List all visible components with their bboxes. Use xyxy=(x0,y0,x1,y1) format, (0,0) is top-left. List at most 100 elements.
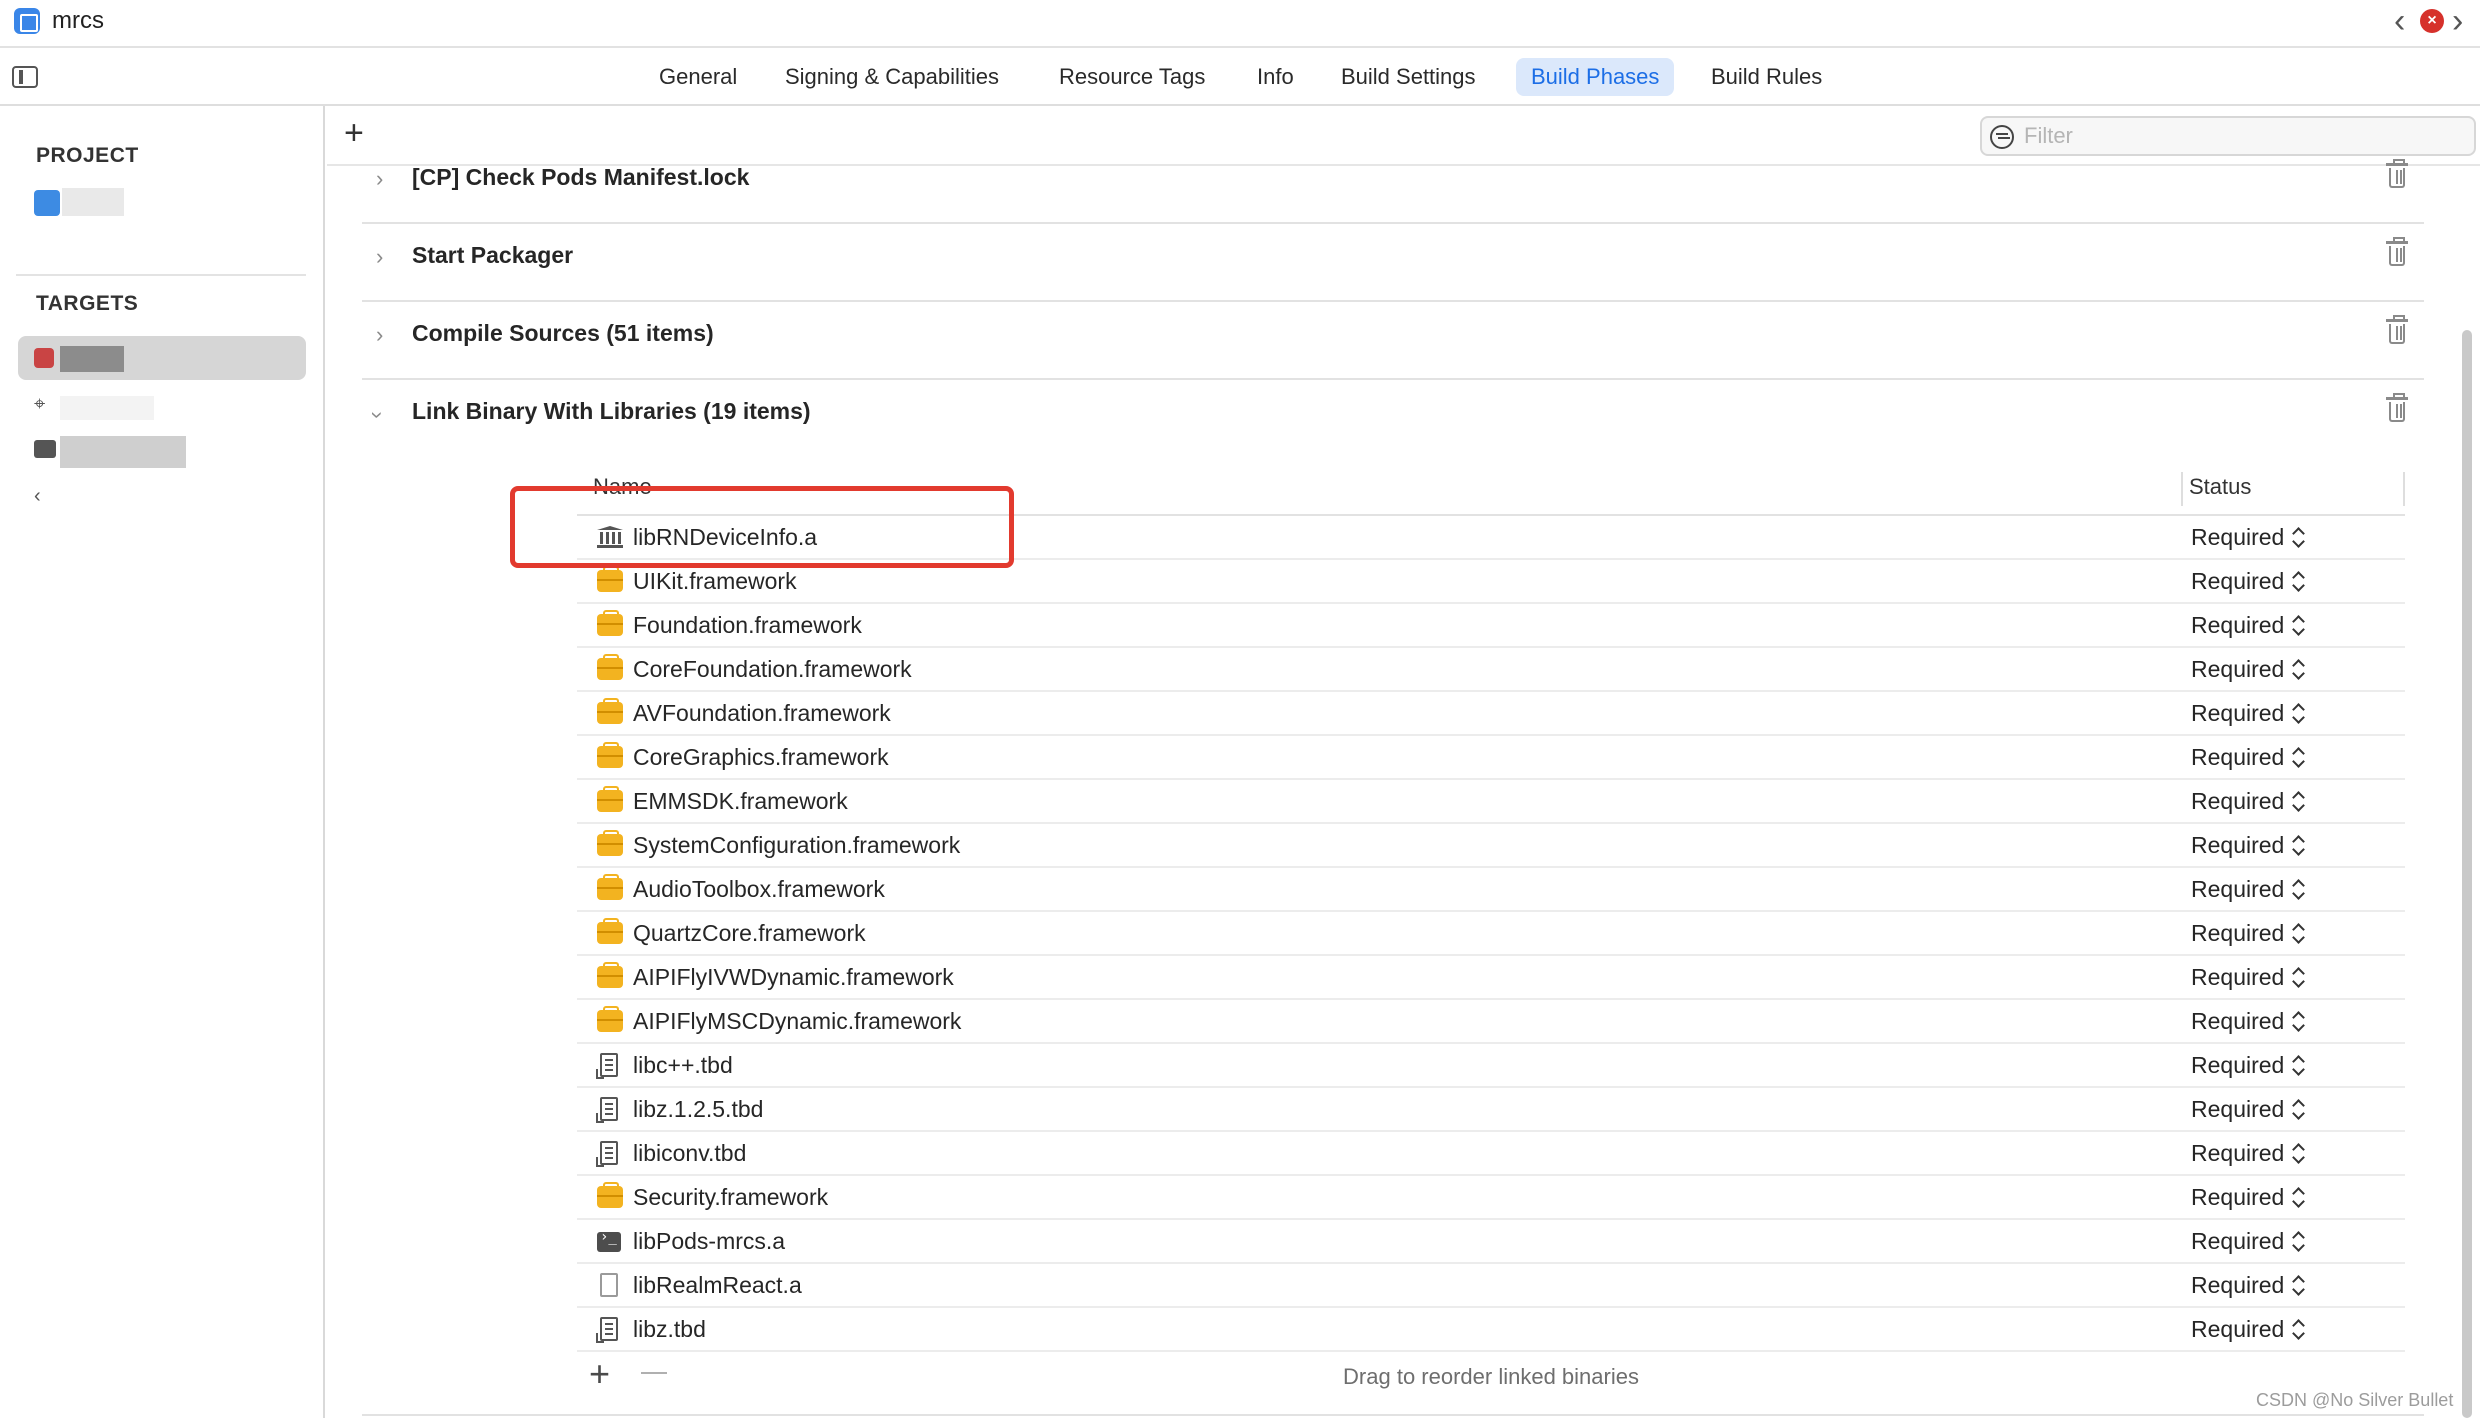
phase-title: Start Packager xyxy=(412,242,574,268)
status-popup[interactable]: Required xyxy=(2191,568,2284,595)
trash-icon[interactable] xyxy=(2386,393,2408,422)
phase-check-pods-manifest[interactable]: › [CP] Check Pods Manifest.lock xyxy=(362,146,2424,224)
chevron-up-down-icon[interactable] xyxy=(2291,878,2307,902)
status-popup[interactable]: Required xyxy=(2191,1008,2284,1035)
chevron-up-down-icon[interactable] xyxy=(2291,1142,2307,1166)
swift-target-icon[interactable]: ‹ xyxy=(34,486,54,506)
chevron-up-down-icon[interactable] xyxy=(2291,834,2307,858)
status-popup[interactable]: Required xyxy=(2191,1052,2284,1079)
phase-start-packager[interactable]: › Start Packager xyxy=(362,224,2424,302)
chevron-up-down-icon[interactable] xyxy=(2291,746,2307,770)
tab-build-phases[interactable]: Build Phases xyxy=(1516,58,1675,96)
tab-general[interactable]: General xyxy=(644,58,752,96)
chevron-up-down-icon[interactable] xyxy=(2291,570,2307,594)
status-popup[interactable]: Required xyxy=(2191,1140,2284,1167)
library-name: AVFoundation.framework xyxy=(633,700,891,726)
tab-resource-tags[interactable]: Resource Tags xyxy=(1044,58,1220,96)
status-popup[interactable]: Required xyxy=(2191,788,2284,815)
framework-icon xyxy=(597,610,623,636)
project-navigator-sidebar: PROJECT TARGETS ⌖ ‹ xyxy=(0,106,325,1418)
status-popup[interactable]: Required xyxy=(2191,524,2284,551)
table-row[interactable]: libz.1.2.5.tbd Required xyxy=(577,1088,2405,1132)
add-library-button[interactable]: + xyxy=(589,1354,610,1394)
chevron-up-down-icon[interactable] xyxy=(2291,614,2307,638)
table-row[interactable]: CoreFoundation.framework Required xyxy=(577,648,2405,692)
add-build-phase-button[interactable]: + xyxy=(344,116,364,150)
library-name: libiconv.tbd xyxy=(633,1140,747,1166)
extension-target-icon[interactable]: ⌖ xyxy=(34,394,54,414)
status-popup[interactable]: Required xyxy=(2191,1316,2284,1343)
tab-build-settings[interactable]: Build Settings xyxy=(1326,58,1491,96)
chevron-right-icon[interactable]: › xyxy=(376,166,383,192)
project-file-icon[interactable] xyxy=(34,190,60,216)
chevron-left-icon[interactable]: ‹ xyxy=(2394,2,2405,41)
table-row[interactable]: CoreGraphics.framework Required xyxy=(577,736,2405,780)
tab-build-rules[interactable]: Build Rules xyxy=(1696,58,1837,96)
phase-compile-sources[interactable]: › Compile Sources (51 items) xyxy=(362,302,2424,380)
status-popup[interactable]: Required xyxy=(2191,1184,2284,1211)
status-popup[interactable]: Required xyxy=(2191,744,2284,771)
sidebar-toggle-icon[interactable] xyxy=(12,66,38,88)
table-row[interactable]: libPods-mrcs.a Required xyxy=(577,1220,2405,1264)
table-row[interactable]: AIPIFlyMSCDynamic.framework Required xyxy=(577,1000,2405,1044)
framework-icon xyxy=(597,830,623,856)
status-popup[interactable]: Required xyxy=(2191,920,2284,947)
status-popup[interactable]: Required xyxy=(2191,612,2284,639)
library-name: libz.1.2.5.tbd xyxy=(633,1096,764,1122)
redacted-target-name xyxy=(60,436,186,468)
window-title: mrcs xyxy=(52,7,104,34)
status-popup[interactable]: Required xyxy=(2191,1228,2284,1255)
status-popup[interactable]: Required xyxy=(2191,1272,2284,1299)
table-row[interactable]: QuartzCore.framework Required xyxy=(577,912,2405,956)
status-popup[interactable]: Required xyxy=(2191,964,2284,991)
table-row[interactable]: SystemConfiguration.framework Required xyxy=(577,824,2405,868)
table-row[interactable]: AVFoundation.framework Required xyxy=(577,692,2405,736)
table-row[interactable]: AudioToolbox.framework Required xyxy=(577,868,2405,912)
chevron-right-icon[interactable]: › xyxy=(2452,2,2463,41)
chevron-up-down-icon[interactable] xyxy=(2291,790,2307,814)
table-row[interactable]: AIPIFlyIVWDynamic.framework Required xyxy=(577,956,2405,1000)
chevron-up-down-icon[interactable] xyxy=(2291,1054,2307,1078)
close-icon[interactable]: × xyxy=(2420,9,2444,33)
status-popup[interactable]: Required xyxy=(2191,832,2284,859)
chevron-up-down-icon[interactable] xyxy=(2291,1098,2307,1122)
chevron-up-down-icon[interactable] xyxy=(2291,1186,2307,1210)
trash-icon[interactable] xyxy=(2386,237,2408,266)
trash-icon[interactable] xyxy=(2386,315,2408,344)
chevron-up-down-icon[interactable] xyxy=(2291,658,2307,682)
table-row[interactable]: Security.framework Required xyxy=(577,1176,2405,1220)
column-header-status[interactable]: Status xyxy=(2189,474,2251,500)
table-row[interactable]: libiconv.tbd Required xyxy=(577,1132,2405,1176)
status-popup[interactable]: Required xyxy=(2191,656,2284,683)
chevron-up-down-icon[interactable] xyxy=(2291,702,2307,726)
table-row[interactable]: libc++.tbd Required xyxy=(577,1044,2405,1088)
remove-library-button[interactable] xyxy=(641,1372,667,1374)
table-row[interactable]: libRealmReact.a Required xyxy=(577,1264,2405,1308)
phase-link-binary[interactable]: › Link Binary With Libraries (19 items) xyxy=(362,380,2424,458)
chevron-down-icon[interactable]: › xyxy=(365,411,391,418)
chevron-right-icon[interactable]: › xyxy=(376,244,383,270)
trash-icon[interactable] xyxy=(2386,159,2408,188)
status-popup[interactable]: Required xyxy=(2191,876,2284,903)
watermark: CSDN @No Silver Bullet xyxy=(2256,1390,2454,1410)
editor-tab-bar: General Signing & Capabilities Resource … xyxy=(0,48,2480,106)
chevron-up-down-icon[interactable] xyxy=(2291,966,2307,990)
chevron-up-down-icon[interactable] xyxy=(2291,1010,2307,1034)
chevron-up-down-icon[interactable] xyxy=(2291,526,2307,550)
vertical-scrollbar[interactable] xyxy=(2462,330,2472,1418)
chevron-up-down-icon[interactable] xyxy=(2291,1318,2307,1342)
tab-signing-capabilities[interactable]: Signing & Capabilities xyxy=(770,58,1014,96)
tab-info[interactable]: Info xyxy=(1242,58,1309,96)
table-row[interactable]: EMMSDK.framework Required xyxy=(577,780,2405,824)
test-target-icon[interactable] xyxy=(34,440,56,458)
table-row[interactable]: libz.tbd Required xyxy=(577,1308,2405,1352)
table-row[interactable]: Foundation.framework Required xyxy=(577,604,2405,648)
chevron-up-down-icon[interactable] xyxy=(2291,1274,2307,1298)
library-name: libz.tbd xyxy=(633,1316,706,1342)
chevron-up-down-icon[interactable] xyxy=(2291,1230,2307,1254)
status-popup[interactable]: Required xyxy=(2191,700,2284,727)
chevron-right-icon[interactable]: › xyxy=(376,322,383,348)
chevron-up-down-icon[interactable] xyxy=(2291,922,2307,946)
library-name: AudioToolbox.framework xyxy=(633,876,885,902)
status-popup[interactable]: Required xyxy=(2191,1096,2284,1123)
